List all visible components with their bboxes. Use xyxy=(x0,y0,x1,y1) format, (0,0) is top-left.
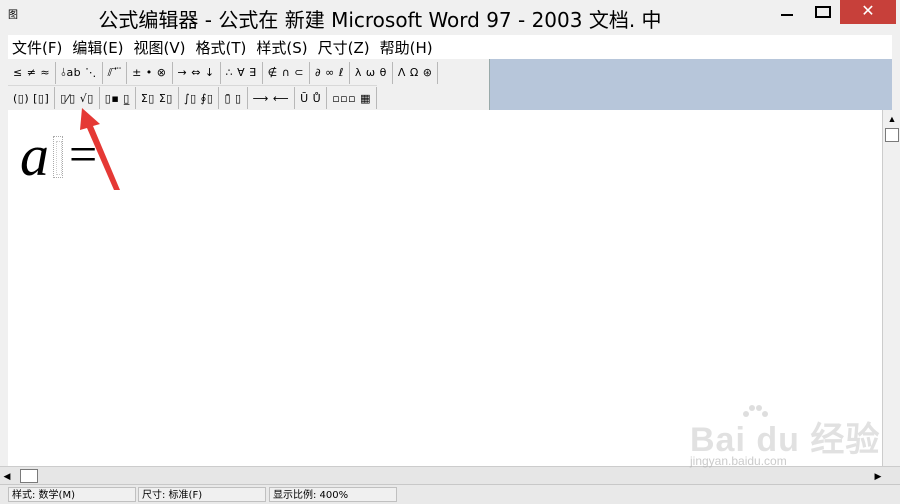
insertion-cursor-placeholder[interactable] xyxy=(53,136,63,178)
menu-edit[interactable]: 编辑(E) xyxy=(68,37,127,58)
template-palette-row: (▯) [▯] ▯⁄▯ √▯ ▯▪ ▯̲ Σ▯ Σ▯ ∫▯ ∮▯ ▯̄ ▯ ⟶ … xyxy=(8,85,377,110)
scroll-up-icon[interactable]: ▲ xyxy=(884,112,900,126)
matrix-templates-icon[interactable]: ▫▫▫ ▦ xyxy=(327,87,377,109)
status-zoom: 显示比例: 400% xyxy=(269,487,397,502)
labeled-arrow-templates-icon[interactable]: ⟶ ⟵ xyxy=(248,87,296,109)
equals-sign[interactable]: = xyxy=(69,126,97,182)
menu-size[interactable]: 尺寸(Z) xyxy=(314,37,374,58)
maximize-icon xyxy=(815,6,831,18)
status-size: 尺寸: 标准(F) xyxy=(138,487,266,502)
maximize-button[interactable] xyxy=(808,0,838,24)
symbol-palette-row: ≤ ≠ ≈ ⫰ab ⋱ ⫽ ⃗ ⃛ ± • ⊗ → ⇔ ↓ ∴ ∀ ∃ ∉ ∩ … xyxy=(8,60,439,85)
status-style: 样式: 数学(M) xyxy=(8,487,136,502)
menu-help[interactable]: 帮助(H) xyxy=(376,37,437,58)
underbar-overbar-templates-icon[interactable]: ▯̄ ▯ xyxy=(219,87,248,109)
subscript-superscript-templates-icon[interactable]: ▯▪ ▯̲ xyxy=(100,87,136,109)
integral-templates-icon[interactable]: ∫▯ ∮▯ xyxy=(179,87,220,109)
status-bar: 样式: 数学(M) 尺寸: 标准(F) 显示比例: 400% xyxy=(0,484,900,504)
greek-uppercase-icon[interactable]: Λ Ω ⊛ xyxy=(393,61,439,84)
menu-view[interactable]: 视图(V) xyxy=(130,37,190,58)
scroll-left-icon[interactable]: ◀ xyxy=(2,469,12,483)
operator-symbols-icon[interactable]: ± • ⊗ xyxy=(127,61,173,84)
watermark-url: jingyan.baidu.com xyxy=(690,454,787,468)
vertical-scrollbar[interactable]: ▲ xyxy=(882,110,900,466)
menu-style[interactable]: 样式(S) xyxy=(252,37,311,58)
menu-format[interactable]: 格式(T) xyxy=(192,37,251,58)
vertical-scroll-thumb[interactable] xyxy=(885,128,899,142)
close-icon: ✕ xyxy=(861,3,875,20)
spaces-ellipses-icon[interactable]: ⫰ab ⋱ xyxy=(56,61,103,84)
fence-templates-icon[interactable]: (▯) [▯] xyxy=(8,87,56,109)
baidu-jingyan-watermark: Bai du 经验 jingyan.baidu.com xyxy=(690,402,879,482)
relational-symbols-icon[interactable]: ≤ ≠ ≈ xyxy=(8,61,57,84)
menu-bar: 文件(F) 编辑(E) 视图(V) 格式(T) 样式(S) 尺寸(Z) 帮助(H… xyxy=(8,35,892,59)
set-theory-symbols-icon[interactable]: ∉ ∩ ⊂ xyxy=(263,61,310,84)
minimize-button[interactable] xyxy=(772,0,802,24)
horizontal-scroll-thumb[interactable] xyxy=(20,469,38,483)
fraction-radical-templates-icon[interactable]: ▯⁄▯ √▯ xyxy=(55,87,100,109)
close-button[interactable]: ✕ xyxy=(840,0,896,24)
misc-symbols-icon[interactable]: ∂ ∞ ℓ xyxy=(310,61,350,84)
scroll-right-icon[interactable]: ▶ xyxy=(872,469,884,483)
variable-a[interactable]: a xyxy=(20,126,49,186)
embellishments-icon[interactable]: ⫽ ⃗ ⃛ xyxy=(103,61,128,84)
logical-symbols-icon[interactable]: ∴ ∀ ∃ xyxy=(221,61,263,84)
greek-lowercase-icon[interactable]: λ ω θ xyxy=(350,61,393,84)
menu-file[interactable]: 文件(F) xyxy=(8,37,66,58)
arrow-symbols-icon[interactable]: → ⇔ ↓ xyxy=(173,61,221,84)
products-set-theory-templates-icon[interactable]: Ū Ů xyxy=(295,87,328,109)
summation-templates-icon[interactable]: Σ▯ Σ▯ xyxy=(136,87,179,109)
minimize-icon xyxy=(781,14,793,16)
title-bar: 图 公式编辑器 - 公式在 新建 Microsoft Word 97 - 200… xyxy=(0,0,900,33)
window-title: 公式编辑器 - 公式在 新建 Microsoft Word 97 - 2003 … xyxy=(98,8,662,32)
equation[interactable]: a = xyxy=(20,126,97,186)
equation-toolbar: ≤ ≠ ≈ ⫰ab ⋱ ⫽ ⃗ ⃛ ± • ⊗ → ⇔ ↓ ∴ ∀ ∃ ∉ ∩ … xyxy=(8,59,490,110)
